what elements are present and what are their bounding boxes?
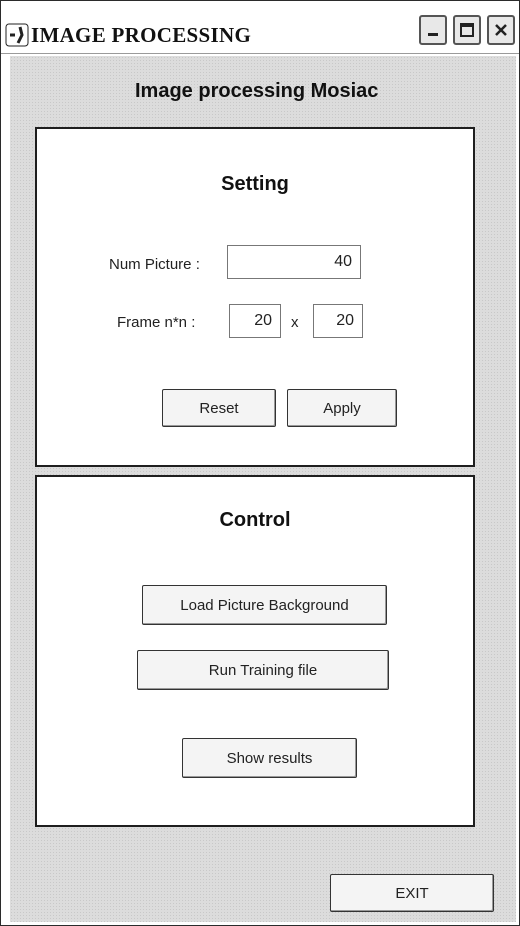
frame-label: Frame n*n : bbox=[117, 314, 196, 331]
load-picture-background-button[interactable]: Load Picture Background bbox=[142, 585, 387, 625]
control-panel: Control Load Picture Background Run Trai… bbox=[35, 475, 475, 827]
app-icon bbox=[5, 23, 29, 47]
setting-panel: Setting Num Picture : 40 Frame n*n : 20 … bbox=[35, 127, 475, 467]
run-training-file-button[interactable]: Run Training file bbox=[137, 650, 389, 690]
close-icon bbox=[495, 24, 507, 36]
minimize-icon bbox=[428, 33, 438, 36]
apply-button[interactable]: Apply bbox=[287, 389, 397, 427]
maximize-button[interactable] bbox=[453, 15, 481, 45]
close-button[interactable] bbox=[487, 15, 515, 45]
window-title: IMAGE PROCESSING bbox=[31, 23, 252, 47]
num-picture-field[interactable]: 40 bbox=[227, 245, 361, 279]
frame-height-field[interactable]: 20 bbox=[313, 304, 363, 338]
num-picture-label: Num Picture : bbox=[109, 256, 200, 273]
show-results-button[interactable]: Show results bbox=[182, 738, 357, 778]
header-title: Image processing Mosiac bbox=[135, 80, 379, 102]
frame-separator: x bbox=[291, 314, 299, 331]
frame-width-field[interactable]: 20 bbox=[229, 304, 281, 338]
maximize-icon bbox=[460, 23, 474, 37]
title-bar[interactable]: IMAGE PROCESSING bbox=[1, 1, 519, 54]
control-panel-title: Control bbox=[219, 509, 291, 531]
reset-button[interactable]: Reset bbox=[162, 389, 276, 427]
exit-button[interactable]: EXIT bbox=[330, 874, 494, 912]
minimize-button[interactable] bbox=[419, 15, 447, 45]
setting-panel-title: Setting bbox=[221, 173, 289, 195]
